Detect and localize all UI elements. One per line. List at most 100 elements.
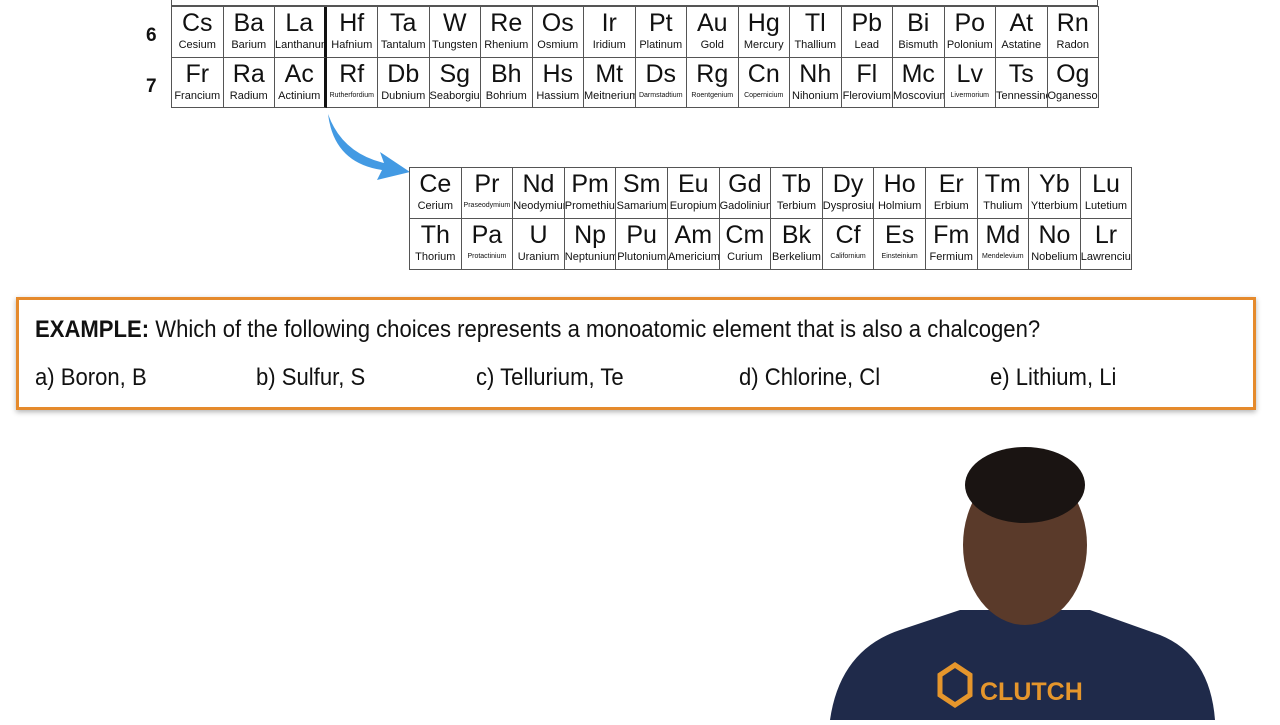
element-name: Flerovium [842,89,891,102]
element-cell-ce: Ce Cerium [410,168,462,219]
element-cell-u: U Uranium [513,219,565,270]
element-symbol: Ba [233,9,265,37]
element-name: Protactinium [467,253,507,260]
element-cell-eu: Eu Europium [667,168,720,219]
element-symbol: Pr [474,170,500,198]
element-name: Osmium [537,39,579,51]
element-cell-rg: Rg Roentgenium [687,57,739,108]
element-cell-la: La Lanthanum [275,7,327,58]
element-cell-bh: Bh Bohrium [481,57,533,108]
element-cell-md: Md Mendelevium [977,219,1030,270]
element-name: Lanthanum [275,39,327,51]
element-name: Rutherfordium [329,91,374,99]
element-name: Roentgenium [691,91,734,99]
element-cell-np: Np Neptunium [564,219,617,270]
element-cell-tb: Tb Terbium [771,168,823,219]
element-symbol: Pa [471,221,503,249]
element-name: Neptunium [564,251,617,263]
element-symbol: Hg [747,9,780,37]
element-cell-hg: Hg Mercury [738,7,790,58]
element-name: Thulium [983,200,1023,212]
element-cell-au: Au Gold [687,7,739,58]
element-cell-cm: Cm Curium [719,219,772,270]
element-cell-pa: Pa Protactinium [461,219,514,270]
element-name: Uranium [517,251,560,263]
presenter-video: CLUTCH [830,440,1220,720]
element-symbol: Pm [571,170,609,198]
element-symbol: Pb [851,9,883,37]
element-name: Gadolinium [719,200,772,212]
element-symbol: Sg [439,59,471,88]
element-symbol: Nd [522,170,555,198]
element-name: Cesium [178,39,216,51]
element-name: Berkelium [772,251,821,263]
element-symbol: Os [541,9,574,37]
element-cell-fm: Fm Fermium [925,219,978,270]
element-name: Mendelevium [982,253,1024,260]
arrow-icon [328,114,410,180]
element-name: Mercury [743,39,784,51]
element-symbol: La [285,9,314,37]
element-name: Europium [669,200,717,212]
element-symbol: Ce [419,170,452,198]
element-name: Livermorium [950,91,989,99]
period-7-label: 7 [146,76,157,97]
element-name: Lawrencium [1080,251,1132,263]
element-name: Dysprosium [822,200,874,212]
option-b[interactable]: b) Sulfur, S [256,364,365,392]
element-name: Samarium [616,200,667,212]
element-name: Iridium [592,39,626,51]
element-cell-ac: Ac Actinium [275,57,327,108]
element-name: Seaborgium [429,89,481,102]
element-name: Oganesson [1047,89,1099,102]
example-label: EXAMPLE: [35,316,150,343]
element-cell-pb: Pb Lead [841,7,893,58]
element-symbol: Ho [883,170,916,198]
element-name: Ytterbium [1030,200,1078,212]
element-cell-er: Er Erbium [925,168,978,219]
element-cell-sm: Sm Samarium [616,168,668,219]
element-symbol: Rn [1056,9,1089,37]
element-cell-dy: Dy Dysprosium [822,168,875,219]
example-box: EXAMPLE: Which of the following choices … [16,297,1256,410]
element-symbol: Fl [856,59,878,88]
element-symbol: Bi [907,9,930,37]
element-symbol: Cm [725,221,765,249]
element-symbol: Ac [284,59,314,88]
element-symbol: Np [574,221,607,249]
element-symbol: Ir [601,9,617,37]
element-symbol: Hf [339,9,365,37]
element-symbol: Pt [648,9,673,37]
element-name: Einsteinium [881,253,918,260]
element-symbol: Sm [622,170,661,198]
element-cell-pt: Pt Platinum [635,7,687,58]
element-cell-rf: Rf Rutherfordium [326,57,378,108]
element-name: Lutetium [1084,200,1128,212]
element-cell-pm: Pm Promethium [564,168,617,219]
option-e[interactable]: e) Lithium, Li [990,364,1116,392]
element-cell-lv: Lv Livermorium [944,57,996,108]
element-name: Promethium [564,200,616,212]
element-symbol: Og [1056,59,1090,88]
element-name: Tantalum [380,39,426,51]
element-name: Hafnium [331,39,373,51]
f-block-table: Ce Cerium Pr Praseodymium Nd Neodymium Pm Prome… [409,167,1133,270]
element-symbol: U [529,221,548,249]
element-symbol: Rf [339,59,365,88]
element-cell-fl: Fl Flerovium [841,57,893,108]
element-symbol: No [1038,221,1071,249]
element-name: Erbium [933,200,969,212]
element-cell-yb: Yb Ytterbium [1029,168,1081,219]
element-cell-ts: Ts Tennessine [996,57,1048,108]
option-c[interactable]: c) Tellurium, Te [476,364,624,392]
element-cell-no: No Nobelium [1029,219,1081,270]
element-name: Terbium [776,200,817,212]
element-symbol: Po [954,9,986,37]
element-name: Polonium [946,39,993,51]
element-name: Actinium [278,89,321,102]
element-symbol: Fm [933,221,970,249]
element-cell-cn: Cn Copernicium [738,57,790,108]
option-a[interactable]: a) Boron, B [35,364,147,392]
option-d[interactable]: d) Chlorine, Cl [739,364,880,392]
element-symbol: Am [674,221,713,249]
